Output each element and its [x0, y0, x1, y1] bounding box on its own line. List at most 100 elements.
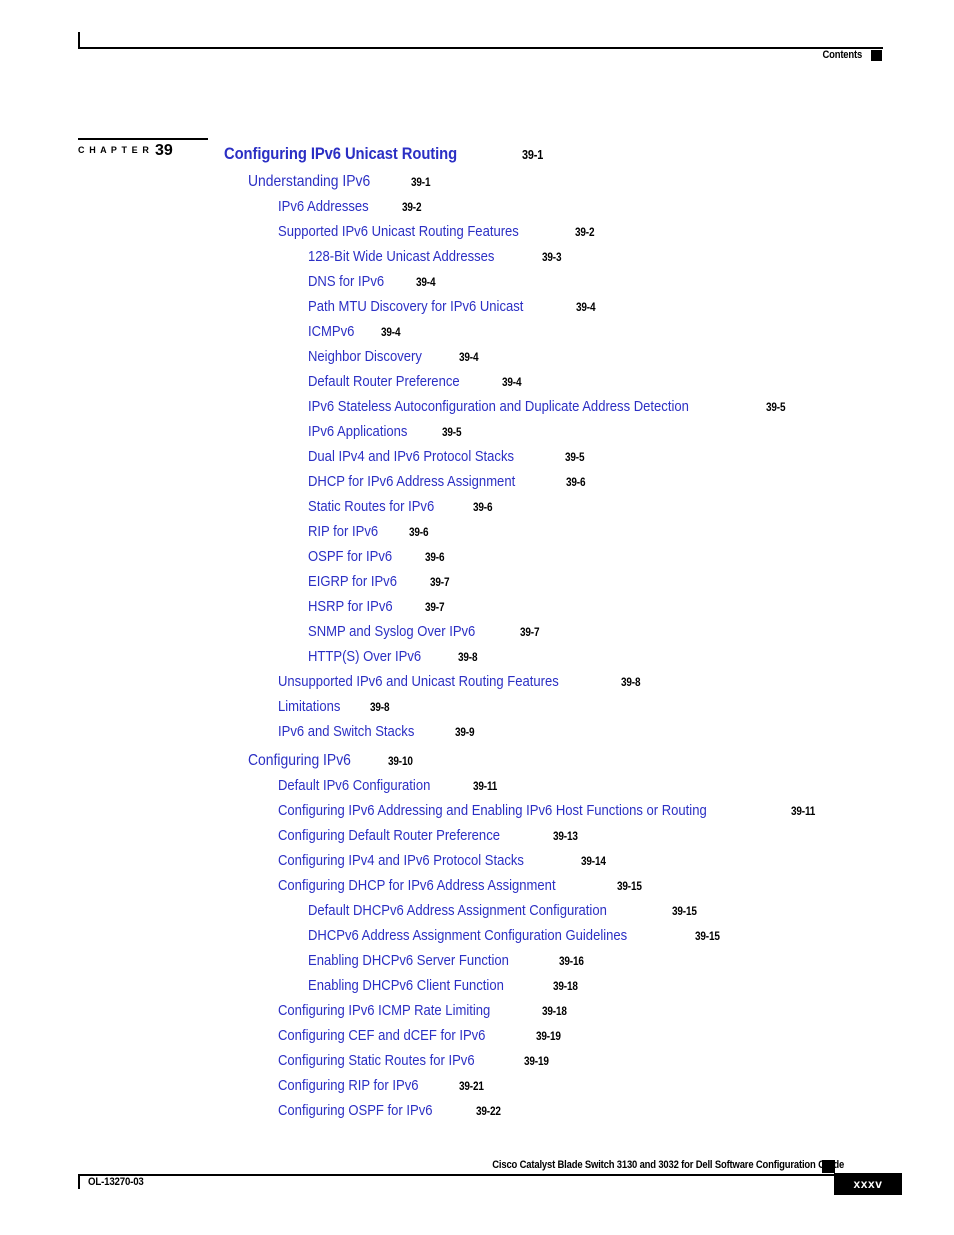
toc-entry[interactable]: Enabling DHCPv6 Client Function 39-18	[0, 973, 954, 998]
toc-entry[interactable]: Configuring DHCP for IPv6 Address Assign…	[0, 873, 954, 898]
toc-entry-page[interactable]: 39-9	[455, 721, 475, 746]
toc-entry[interactable]: HTTP(S) Over IPv6 39-8	[0, 644, 954, 669]
toc-entry[interactable]: Limitations 39-8	[0, 694, 954, 719]
toc-entry-page[interactable]: 39-14	[581, 850, 606, 875]
toc-entry-title[interactable]: Configuring OSPF for IPv6	[278, 1098, 432, 1123]
toc-entry-page[interactable]: 39-6	[409, 521, 429, 546]
toc-entry-page[interactable]: 39-4	[381, 321, 401, 346]
toc-entry[interactable]: Configuring RIP for IPv6 39-21	[0, 1073, 954, 1098]
toc-entry[interactable]: ICMPv6 39-4	[0, 319, 954, 344]
toc-entry-title[interactable]: Path MTU Discovery for IPv6 Unicast	[308, 294, 523, 319]
toc-entry-page[interactable]: 39-16	[559, 950, 584, 975]
toc-entry-title[interactable]: OSPF for IPv6	[308, 544, 392, 569]
toc-entry-title[interactable]: IPv6 Stateless Autoconfiguration and Dup…	[308, 394, 689, 419]
toc-entry-title[interactable]: IPv6 Applications	[308, 419, 407, 444]
toc-entry-title[interactable]: DNS for IPv6	[308, 269, 384, 294]
toc-entry-title[interactable]: Default Router Preference	[308, 369, 460, 394]
toc-entry-title[interactable]: Default IPv6 Configuration	[278, 773, 430, 798]
toc-entry-page[interactable]: 39-6	[566, 471, 586, 496]
toc-entry[interactable]: Configuring IPv6 Unicast Routing 39-1	[0, 139, 954, 169]
toc-entry[interactable]: Default DHCPv6 Address Assignment Config…	[0, 898, 954, 923]
toc-entry-page[interactable]: 39-7	[425, 596, 445, 621]
toc-entry-title[interactable]: Unsupported IPv6 and Unicast Routing Fea…	[278, 669, 559, 694]
toc-entry-title[interactable]: Configuring IPv4 and IPv6 Protocol Stack…	[278, 848, 524, 873]
toc-entry-title[interactable]: HSRP for IPv6	[308, 594, 393, 619]
toc-entry-title[interactable]: Understanding IPv6	[248, 169, 370, 194]
toc-entry-title[interactable]: IPv6 and Switch Stacks	[278, 719, 414, 744]
toc-entry-page[interactable]: 39-18	[553, 975, 578, 1000]
toc-entry-page[interactable]: 39-5	[766, 396, 786, 421]
toc-entry-page[interactable]: 39-13	[553, 825, 578, 850]
toc-entry-page[interactable]: 39-3	[542, 246, 562, 271]
toc-entry-page[interactable]: 39-19	[536, 1025, 561, 1050]
toc-entry[interactable]: 128-Bit Wide Unicast Addresses 39-3	[0, 244, 954, 269]
toc-entry[interactable]: RIP for IPv6 39-6	[0, 519, 954, 544]
toc-entry-title[interactable]: Enabling DHCPv6 Client Function	[308, 973, 504, 998]
toc-entry-page[interactable]: 39-4	[576, 296, 596, 321]
toc-entry[interactable]: Enabling DHCPv6 Server Function 39-16	[0, 948, 954, 973]
toc-entry[interactable]: DHCP for IPv6 Address Assignment 39-6	[0, 469, 954, 494]
toc-entry[interactable]: EIGRP for IPv6 39-7	[0, 569, 954, 594]
toc-entry-title[interactable]: Configuring Default Router Preference	[278, 823, 500, 848]
toc-entry[interactable]: IPv6 and Switch Stacks 39-9	[0, 719, 954, 744]
toc-entry[interactable]: Configuring Default Router Preference 39-…	[0, 823, 954, 848]
toc-entry-page[interactable]: 39-1	[522, 140, 543, 170]
toc-entry[interactable]: Default IPv6 Configuration 39-11	[0, 773, 954, 798]
toc-entry[interactable]: Configuring OSPF for IPv6 39-22	[0, 1098, 954, 1123]
toc-entry[interactable]: HSRP for IPv6 39-7	[0, 594, 954, 619]
toc-entry[interactable]: Unsupported IPv6 and Unicast Routing Fea…	[0, 669, 954, 694]
toc-entry-page[interactable]: 39-11	[791, 800, 815, 825]
toc-entry-title[interactable]: Configuring IPv6	[248, 748, 351, 773]
toc-entry-page[interactable]: 39-4	[459, 346, 479, 371]
toc-entry-title[interactable]: Limitations	[278, 694, 340, 719]
toc-entry[interactable]: Configuring IPv6 ICMP Rate Limiting 39-18	[0, 998, 954, 1023]
toc-entry[interactable]: Path MTU Discovery for IPv6 Unicast 39-4	[0, 294, 954, 319]
toc-entry[interactable]: DNS for IPv6 39-4	[0, 269, 954, 294]
toc-entry[interactable]: IPv6 Applications 39-5	[0, 419, 954, 444]
toc-entry-title[interactable]: Configuring Static Routes for IPv6	[278, 1048, 475, 1073]
toc-entry-page[interactable]: 39-22	[476, 1100, 501, 1125]
toc-entry-title[interactable]: DHCPv6 Address Assignment Configuration …	[308, 923, 627, 948]
toc-entry-page[interactable]: 39-5	[442, 421, 462, 446]
toc-entry[interactable]: IPv6 Addresses 39-2	[0, 194, 954, 219]
toc-entry-title[interactable]: Dual IPv4 and IPv6 Protocol Stacks	[308, 444, 514, 469]
toc-entry-page[interactable]: 39-4	[416, 271, 436, 296]
toc-entry-title[interactable]: ICMPv6	[308, 319, 354, 344]
toc-entry-page[interactable]: 39-1	[411, 171, 431, 196]
toc-entry-page[interactable]: 39-4	[502, 371, 522, 396]
toc-entry-page[interactable]: 39-19	[524, 1050, 549, 1075]
toc-entry[interactable]: Understanding IPv6 39-1	[0, 169, 954, 194]
toc-entry-title[interactable]: 128-Bit Wide Unicast Addresses	[308, 244, 494, 269]
toc-entry-page[interactable]: 39-10	[388, 750, 413, 775]
toc-entry[interactable]: DHCPv6 Address Assignment Configuration …	[0, 923, 954, 948]
toc-entry[interactable]: Configuring Static Routes for IPv6 39-19	[0, 1048, 954, 1073]
toc-entry-page[interactable]: 39-8	[370, 696, 390, 721]
toc-entry-page[interactable]: 39-21	[459, 1075, 484, 1100]
toc-entry-page[interactable]: 39-2	[402, 196, 422, 221]
toc-entry-page[interactable]: 39-15	[617, 875, 642, 900]
toc-entry-page[interactable]: 39-8	[621, 671, 641, 696]
toc-entry-page[interactable]: 39-18	[542, 1000, 567, 1025]
toc-entry[interactable]: SNMP and Syslog Over IPv6 39-7	[0, 619, 954, 644]
toc-entry[interactable]: Configuring IPv4 and IPv6 Protocol Stack…	[0, 848, 954, 873]
toc-entry-page[interactable]: 39-11	[473, 775, 497, 800]
toc-entry-title[interactable]: RIP for IPv6	[308, 519, 378, 544]
toc-entry-page[interactable]: 39-7	[430, 571, 450, 596]
toc-entry-page[interactable]: 39-8	[458, 646, 478, 671]
toc-entry-title[interactable]: Configuring CEF and dCEF for IPv6	[278, 1023, 485, 1048]
toc-entry-title[interactable]: Configuring IPv6 Unicast Routing	[224, 139, 457, 169]
toc-entry-title[interactable]: Static Routes for IPv6	[308, 494, 434, 519]
toc-entry-title[interactable]: Configuring RIP for IPv6	[278, 1073, 418, 1098]
toc-entry-page[interactable]: 39-6	[473, 496, 493, 521]
toc-entry[interactable]: OSPF for IPv6 39-6	[0, 544, 954, 569]
toc-entry[interactable]: Configuring IPv6 Addressing and Enabling…	[0, 798, 954, 823]
toc-entry-page[interactable]: 39-5	[565, 446, 585, 471]
toc-entry-title[interactable]: Enabling DHCPv6 Server Function	[308, 948, 509, 973]
toc-entry[interactable]: Neighbor Discovery 39-4	[0, 344, 954, 369]
toc-entry[interactable]: IPv6 Stateless Autoconfiguration and Dup…	[0, 394, 954, 419]
toc-entry-title[interactable]: IPv6 Addresses	[278, 194, 369, 219]
toc-entry[interactable]: Static Routes for IPv6 39-6	[0, 494, 954, 519]
toc-entry-title[interactable]: Default DHCPv6 Address Assignment Config…	[308, 898, 607, 923]
toc-entry-title[interactable]: Supported IPv6 Unicast Routing Features	[278, 219, 519, 244]
toc-entry[interactable]: Configuring IPv6 39-10	[0, 748, 954, 773]
